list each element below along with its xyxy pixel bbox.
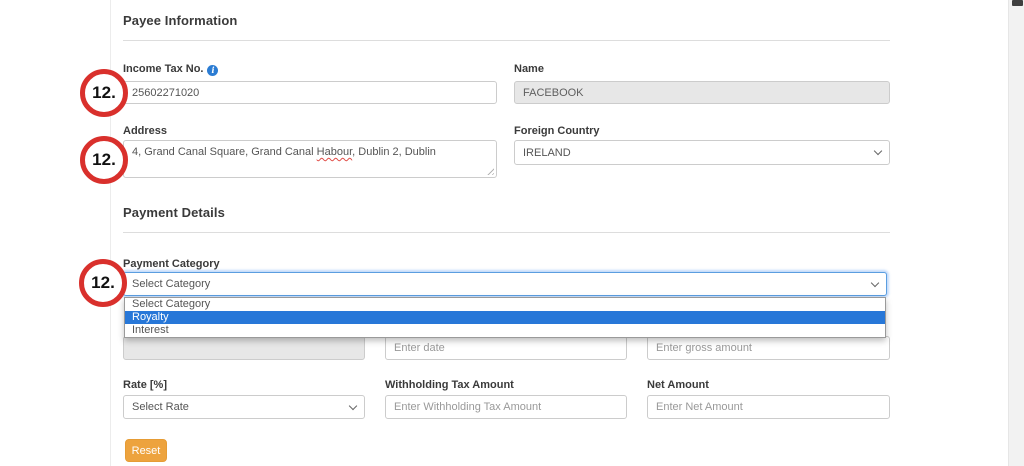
chevron-down-icon	[348, 401, 358, 410]
rate-select[interactable]: Select Rate	[123, 395, 365, 419]
textarea-resize-handle[interactable]	[485, 166, 494, 175]
name-input	[514, 81, 890, 104]
net-amount-label: Net Amount	[647, 379, 709, 391]
rate-label: Rate [%]	[123, 379, 168, 391]
chevron-down-icon	[873, 146, 883, 156]
address-textarea[interactable]: 4, Grand Canal Square, Grand Canal Habou…	[123, 140, 497, 178]
address-text: , Dublin 2, Dublin	[352, 146, 436, 158]
info-icon[interactable]: i	[207, 65, 219, 76]
foreign-country-label: Foreign Country	[514, 125, 600, 137]
scrollbar-track[interactable]	[1008, 0, 1024, 466]
withholding-tax-label: Withholding Tax Amount	[385, 379, 514, 391]
payment-category-label: Payment Category	[123, 258, 220, 270]
payment-type-input-disabled	[123, 336, 365, 360]
section-divider	[123, 40, 890, 41]
address-misspelled-word: Habour	[316, 146, 353, 158]
payment-section-title: Payment Details	[123, 205, 225, 220]
section-divider	[123, 232, 890, 233]
payment-category-select[interactable]: Select Category	[123, 272, 887, 296]
gross-amount-input[interactable]	[647, 336, 890, 360]
scrollbar-thumb[interactable]	[1012, 0, 1023, 6]
income-tax-input[interactable]	[123, 81, 497, 104]
payee-section-title: Payee Information	[123, 13, 238, 28]
foreign-country-select[interactable]: IRELAND	[514, 140, 890, 165]
step-annotation: 12.	[80, 69, 128, 117]
withholding-tax-input[interactable]	[385, 395, 627, 419]
net-amount-input[interactable]	[647, 395, 890, 419]
step-annotation: 12.	[79, 259, 127, 307]
dropdown-option-select-category[interactable]: Select Category	[125, 298, 885, 311]
reset-button[interactable]: Reset	[125, 439, 167, 462]
name-label: Name	[514, 63, 544, 75]
dropdown-option-royalty[interactable]: Royalty	[125, 311, 885, 324]
address-label: Address	[123, 125, 168, 137]
payment-category-dropdown: Select Category Royalty Interest	[124, 297, 886, 338]
address-text: 4, Grand Canal Square, Grand Canal	[132, 146, 317, 158]
dropdown-option-interest[interactable]: Interest	[125, 324, 885, 337]
step-annotation: 12.	[80, 136, 128, 184]
chevron-down-icon	[870, 278, 880, 287]
income-tax-label: Income Tax No. i	[123, 63, 219, 76]
payment-date-input[interactable]	[385, 336, 627, 360]
